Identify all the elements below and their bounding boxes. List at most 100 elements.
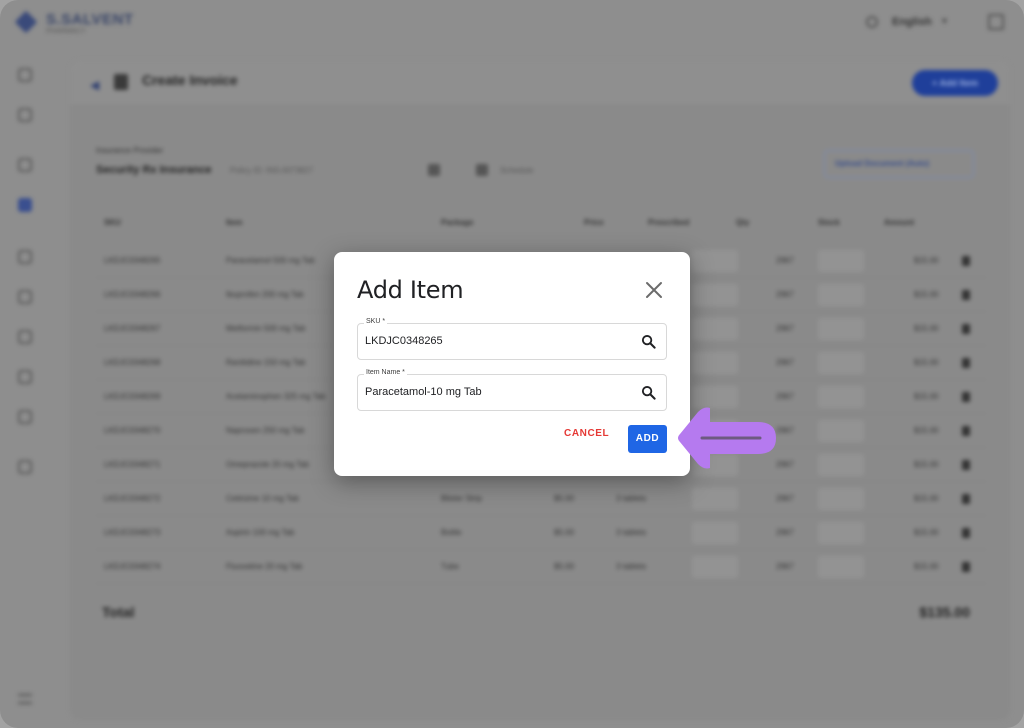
trash-icon[interactable] bbox=[962, 528, 970, 538]
table-cell-item: Aspirin 100 mg Tab bbox=[226, 528, 295, 537]
column-header: Price bbox=[584, 218, 604, 227]
trash-icon[interactable] bbox=[962, 324, 970, 334]
stock-input[interactable] bbox=[818, 488, 864, 510]
trash-icon[interactable] bbox=[962, 426, 970, 436]
qty-input[interactable] bbox=[692, 352, 738, 374]
sidebar bbox=[0, 44, 52, 728]
sku-input[interactable] bbox=[365, 335, 625, 347]
table-cell-stock: 2967 bbox=[776, 494, 794, 503]
total-label: Total bbox=[102, 604, 135, 620]
add-item-button[interactable]: + Add Item bbox=[912, 70, 998, 96]
add-button[interactable]: ADD bbox=[628, 425, 667, 453]
qty-input[interactable] bbox=[692, 522, 738, 544]
table-header: SKU Item Package Price Prescribed Qty St… bbox=[96, 218, 986, 238]
app-frame: S.SALVENT PHARMACY English ▾ ◀ Create In… bbox=[0, 0, 1024, 728]
table-cell-sku: LKDJC0348269 bbox=[104, 392, 161, 401]
card-icon[interactable] bbox=[476, 164, 488, 176]
qty-input[interactable] bbox=[692, 556, 738, 578]
qty-input[interactable] bbox=[692, 318, 738, 340]
close-icon[interactable] bbox=[643, 279, 665, 301]
table-cell-item: Ibuprofen 200 mg Tab bbox=[226, 290, 304, 299]
logout-icon[interactable] bbox=[988, 14, 1004, 30]
table-cell-stock: 2967 bbox=[776, 392, 794, 401]
column-header: Stock bbox=[818, 218, 840, 227]
search-icon[interactable] bbox=[641, 385, 656, 400]
table-cell-price: $5.00 bbox=[554, 528, 575, 537]
table-row[interactable]: LKDJC0348273 Aspirin 100 mg Tab Bottle $5.0… bbox=[96, 516, 986, 550]
table-cell-price: $5.00 bbox=[554, 562, 575, 571]
trash-icon[interactable] bbox=[962, 256, 970, 266]
trash-icon[interactable] bbox=[962, 358, 970, 368]
invoice-icon[interactable] bbox=[18, 198, 32, 212]
trash-icon[interactable] bbox=[962, 460, 970, 470]
trash-icon[interactable] bbox=[962, 562, 970, 572]
menu-icon[interactable] bbox=[18, 694, 32, 704]
stock-input[interactable] bbox=[818, 250, 864, 272]
stock-input[interactable] bbox=[818, 284, 864, 306]
calendar-icon[interactable] bbox=[18, 370, 32, 384]
inventory-icon[interactable] bbox=[18, 290, 32, 304]
table-cell-amount: $15.00 bbox=[914, 494, 939, 503]
table-cell-package: Bottle bbox=[441, 528, 462, 537]
table-cell-prescribed: 3 tablets bbox=[616, 562, 647, 571]
search-icon[interactable] bbox=[641, 334, 656, 349]
globe-icon bbox=[866, 16, 878, 28]
cancel-button[interactable]: CANCEL bbox=[564, 428, 609, 439]
stock-input[interactable] bbox=[818, 352, 864, 374]
help-icon[interactable] bbox=[18, 460, 32, 474]
lock-icon[interactable] bbox=[18, 158, 32, 172]
qty-input[interactable] bbox=[692, 284, 738, 306]
column-header: Prescribed bbox=[648, 218, 690, 227]
table-cell-prescribed: 3 tablets bbox=[616, 494, 647, 503]
pill-icon[interactable] bbox=[18, 250, 32, 264]
table-cell-amount: $15.00 bbox=[914, 290, 939, 299]
column-header: SKU bbox=[104, 218, 121, 227]
table-cell-sku: LKDJC0348267 bbox=[104, 324, 161, 333]
chevron-down-icon[interactable]: ▾ bbox=[942, 16, 947, 27]
insurance-value: Security Rx Insurance bbox=[96, 164, 212, 176]
settings-icon[interactable] bbox=[18, 410, 32, 424]
trash-icon[interactable] bbox=[962, 494, 970, 504]
table-cell-amount: $15.00 bbox=[914, 358, 939, 367]
table-cell-amount: $15.00 bbox=[914, 460, 939, 469]
qty-input[interactable] bbox=[692, 488, 738, 510]
column-header: Item bbox=[226, 218, 243, 227]
table-cell-stock: 2967 bbox=[776, 290, 794, 299]
stock-input[interactable] bbox=[818, 318, 864, 340]
table-cell-sku: LKDJC0348268 bbox=[104, 358, 161, 367]
stock-input[interactable] bbox=[818, 420, 864, 442]
stock-input[interactable] bbox=[818, 386, 864, 408]
item-name-field[interactable]: Item Name * bbox=[357, 369, 667, 411]
user-icon[interactable] bbox=[18, 108, 32, 122]
insurance-meta: Policy ID: INS-0073827 bbox=[230, 166, 314, 175]
report-icon[interactable] bbox=[18, 330, 32, 344]
copy-icon[interactable] bbox=[428, 164, 440, 176]
stock-input[interactable] bbox=[818, 454, 864, 476]
trash-icon[interactable] bbox=[962, 290, 970, 300]
stock-input[interactable] bbox=[818, 522, 864, 544]
page-header: ◀ Create Invoice + Add Item bbox=[70, 60, 1010, 104]
language-selector[interactable]: English bbox=[892, 16, 932, 28]
table-cell-sku: LKDJC0348266 bbox=[104, 290, 161, 299]
table-cell-stock: 2967 bbox=[776, 562, 794, 571]
table-cell-amount: $15.00 bbox=[914, 324, 939, 333]
column-header: Qty bbox=[736, 218, 750, 227]
trash-icon[interactable] bbox=[962, 392, 970, 402]
table-cell-item: Metformin 500 mg Tab bbox=[226, 324, 306, 333]
insurance-schedule: Schedule bbox=[500, 166, 534, 175]
table-cell-item: Fluoxetine 20 mg Tab bbox=[226, 562, 303, 571]
back-arrow-icon[interactable]: ◀ bbox=[90, 78, 99, 92]
dashboard-icon[interactable] bbox=[18, 68, 32, 82]
item-name-input[interactable] bbox=[365, 386, 625, 398]
table-cell-sku: LKDJC0348274 bbox=[104, 562, 161, 571]
upload-document-button[interactable]: Upload Document (Auto) bbox=[824, 150, 974, 178]
table-row[interactable]: LKDJC0348272 Cetirizine 10 mg Tab Blister … bbox=[96, 482, 986, 516]
table-cell-sku: LKDJC0348265 bbox=[104, 256, 161, 265]
stock-input[interactable] bbox=[818, 556, 864, 578]
pointer-arrow-icon bbox=[678, 407, 776, 469]
table-row[interactable]: LKDJC0348274 Fluoxetine 20 mg Tab Tube $5.0… bbox=[96, 550, 986, 584]
qty-input[interactable] bbox=[692, 250, 738, 272]
top-bar: S.SALVENT PHARMACY English ▾ bbox=[0, 0, 1024, 44]
sku-field[interactable]: SKU * bbox=[357, 318, 667, 360]
table-cell-item: Cetirizine 10 mg Tab bbox=[226, 494, 299, 503]
